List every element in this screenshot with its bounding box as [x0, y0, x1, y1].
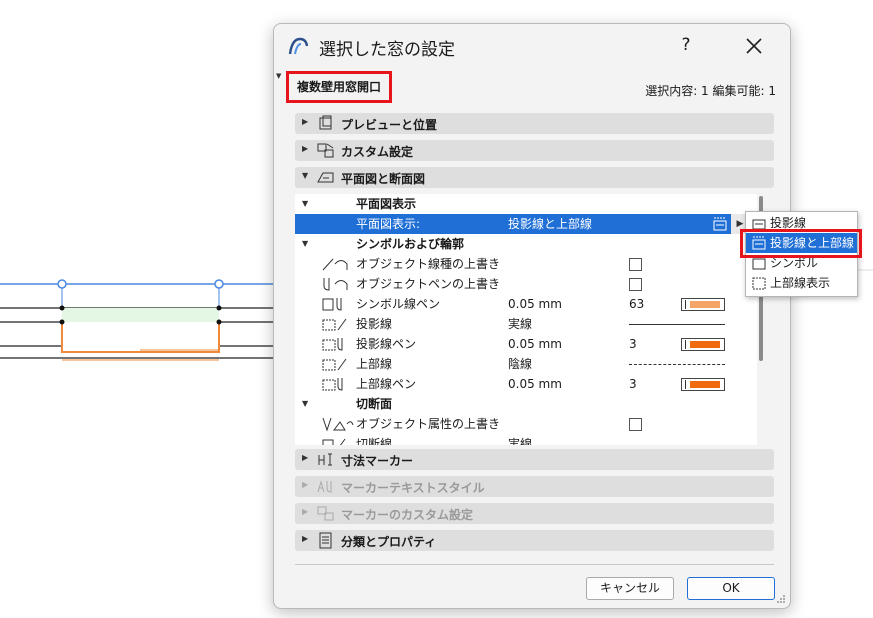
section-label: カスタム設定 [341, 145, 414, 159]
section-custom-settings[interactable]: ▶ カスタム設定 [295, 140, 774, 161]
menu-item-overhead-all[interactable]: 上部線表示 [746, 273, 857, 293]
divider [295, 564, 774, 565]
group-floor-display[interactable]: ▼ 平面図表示 [295, 194, 749, 214]
dialog-title: 選択した窓の設定 [319, 40, 455, 60]
preview-icon [319, 115, 332, 130]
override-checkbox[interactable] [629, 278, 642, 291]
override-checkbox[interactable] [629, 258, 642, 271]
linetype-override-icon [322, 258, 348, 271]
object-attribute-override-row: オブジェクト属性の上書き [295, 414, 749, 434]
attribute-override-icon [322, 417, 354, 432]
marker-custom-icon [317, 506, 334, 521]
section-label: マーカーのカスタム設定 [341, 508, 474, 522]
collapse-icon: ▼ [302, 199, 309, 208]
section-label: 分類とプロパティ [341, 535, 437, 549]
floor-plan-section-icon [317, 172, 334, 183]
expand-icon: ▶ [302, 144, 309, 153]
projection-line-row[interactable]: 投影線 実線 [295, 314, 749, 334]
section-dimension-marker[interactable]: ▶ 寸法マーカー [295, 449, 774, 470]
expand-icon: ▶ [302, 534, 309, 543]
expand-icon: ▶ [302, 507, 309, 516]
section-label: マーカーテキストスタイル [341, 481, 485, 495]
overhead-line-row[interactable]: 上部線 陰線 [295, 354, 749, 374]
help-button[interactable]: ? [674, 33, 698, 57]
projection-pen-icon [322, 338, 343, 351]
cut-line-row[interactable]: 切断線 実線 [295, 434, 749, 445]
close-icon[interactable] [740, 32, 768, 60]
object-pen-override-row: オブジェクトペンの上書き [295, 274, 749, 294]
override-checkbox[interactable] [629, 418, 642, 431]
section-marker-text-style: ▶ マーカーテキストスタイル [295, 476, 774, 497]
section-floor-plan-section[interactable]: ▼ 平面図と断面図 [295, 167, 774, 188]
section-marker-custom-settings: ▶ マーカーのカスタム設定 [295, 503, 774, 524]
projection-line-pen-row[interactable]: 投影線ペン 0.05 mm 3 [295, 334, 749, 354]
cut-line-icon [322, 438, 346, 445]
resize-grip-icon[interactable] [776, 594, 786, 604]
section-preview-position[interactable]: ▶ プレビューと位置 [295, 113, 774, 134]
expand-icon: ▶ [302, 117, 309, 126]
expand-icon: ▶ [302, 453, 309, 462]
collapse-icon: ▼ [302, 239, 309, 248]
overhead-all-icon [752, 277, 766, 290]
dashed-line-preview [629, 364, 725, 365]
floor-plan-settings-panel: ▼ 平面図表示 平面図表示: 投影線と上部線 ▶ ▼ シンボルおよび輪郭 オブジ… [295, 194, 757, 445]
dimension-marker-icon [318, 453, 332, 466]
object-name-label: 複数壁用窓開口 [286, 71, 392, 103]
collapse-icon: ▼ [302, 399, 309, 408]
dialog-titlebar[interactable]: 選択した窓の設定 ? [274, 24, 790, 68]
section-classification-properties[interactable]: ▶ 分類とプロパティ [295, 530, 774, 551]
symbol-line-pen-row[interactable]: シンボル線ペン 0.05 mm 63 [295, 294, 749, 314]
overhead-line-pen-row[interactable]: 上部線ペン 0.05 mm 3 [295, 374, 749, 394]
expand-icon: ▶ [302, 480, 309, 489]
section-label: プレビューと位置 [341, 118, 438, 132]
section-label: 平面図と断面図 [341, 172, 426, 186]
section-label: 寸法マーカー [341, 454, 414, 468]
overhead-line-icon [322, 358, 347, 371]
menu-highlight-frame [740, 229, 862, 258]
window-settings-dialog: 選択した窓の設定 ? ▼ 複数壁用窓開口 選択内容: 1 編集可能: 1 ▶ プ… [273, 23, 791, 609]
classification-icon [319, 532, 332, 549]
cancel-button[interactable]: キャンセル [586, 577, 674, 600]
selection-info: 選択内容: 1 編集可能: 1 [645, 84, 776, 98]
pen-swatch[interactable] [681, 298, 725, 311]
object-linetype-override-row: オブジェクト線種の上書き [295, 254, 749, 274]
solid-line-preview [629, 324, 725, 325]
archicad-app-icon [288, 37, 309, 55]
symbol-pen-icon [322, 298, 342, 311]
ok-button[interactable]: OK [687, 577, 775, 600]
group-symbol-outline[interactable]: ▼ シンボルおよび輪郭 [295, 234, 749, 254]
projection-overhead-icon [713, 217, 727, 231]
pen-swatch[interactable] [681, 378, 725, 391]
floor-display-row[interactable]: 平面図表示: 投影線と上部線 ▶ [295, 214, 749, 234]
pen-swatch[interactable] [681, 338, 725, 351]
custom-settings-icon [317, 143, 334, 158]
overhead-pen-icon [322, 378, 343, 391]
marker-text-style-icon [317, 480, 332, 493]
pen-override-icon [323, 278, 348, 291]
group-cut-surface[interactable]: ▼ 切断面 [295, 394, 749, 414]
header-collapse-icon[interactable]: ▼ [276, 72, 281, 80]
projection-line-icon [322, 318, 347, 331]
collapse-icon: ▼ [302, 171, 309, 180]
